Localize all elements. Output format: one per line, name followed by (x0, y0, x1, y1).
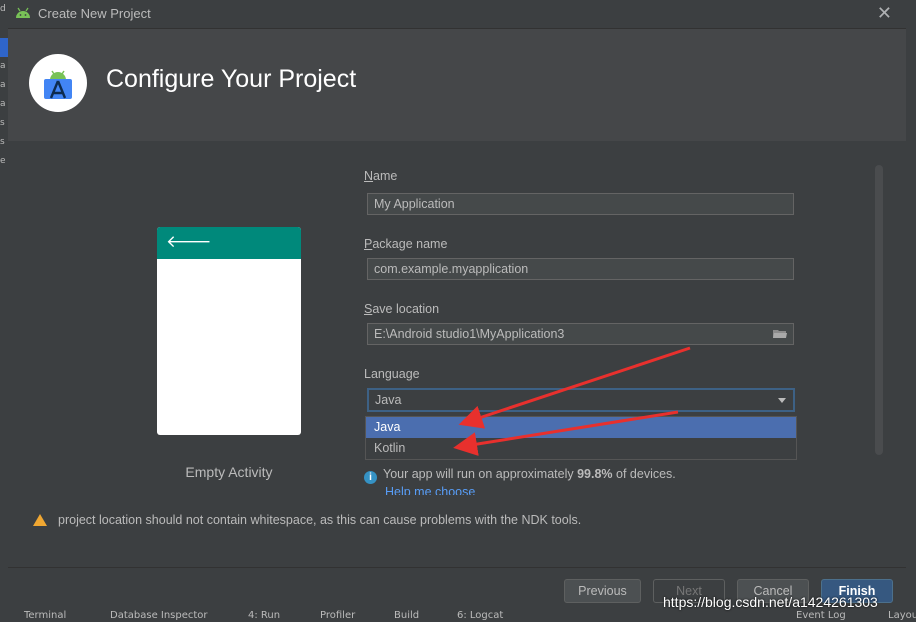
annotation-arrow-kotlin (453, 410, 679, 456)
watermark-text: https://blog.csdn.net/a1424261303 (663, 594, 878, 610)
annotation-arrow-java (458, 346, 691, 429)
annotation-arrows (453, 346, 691, 456)
